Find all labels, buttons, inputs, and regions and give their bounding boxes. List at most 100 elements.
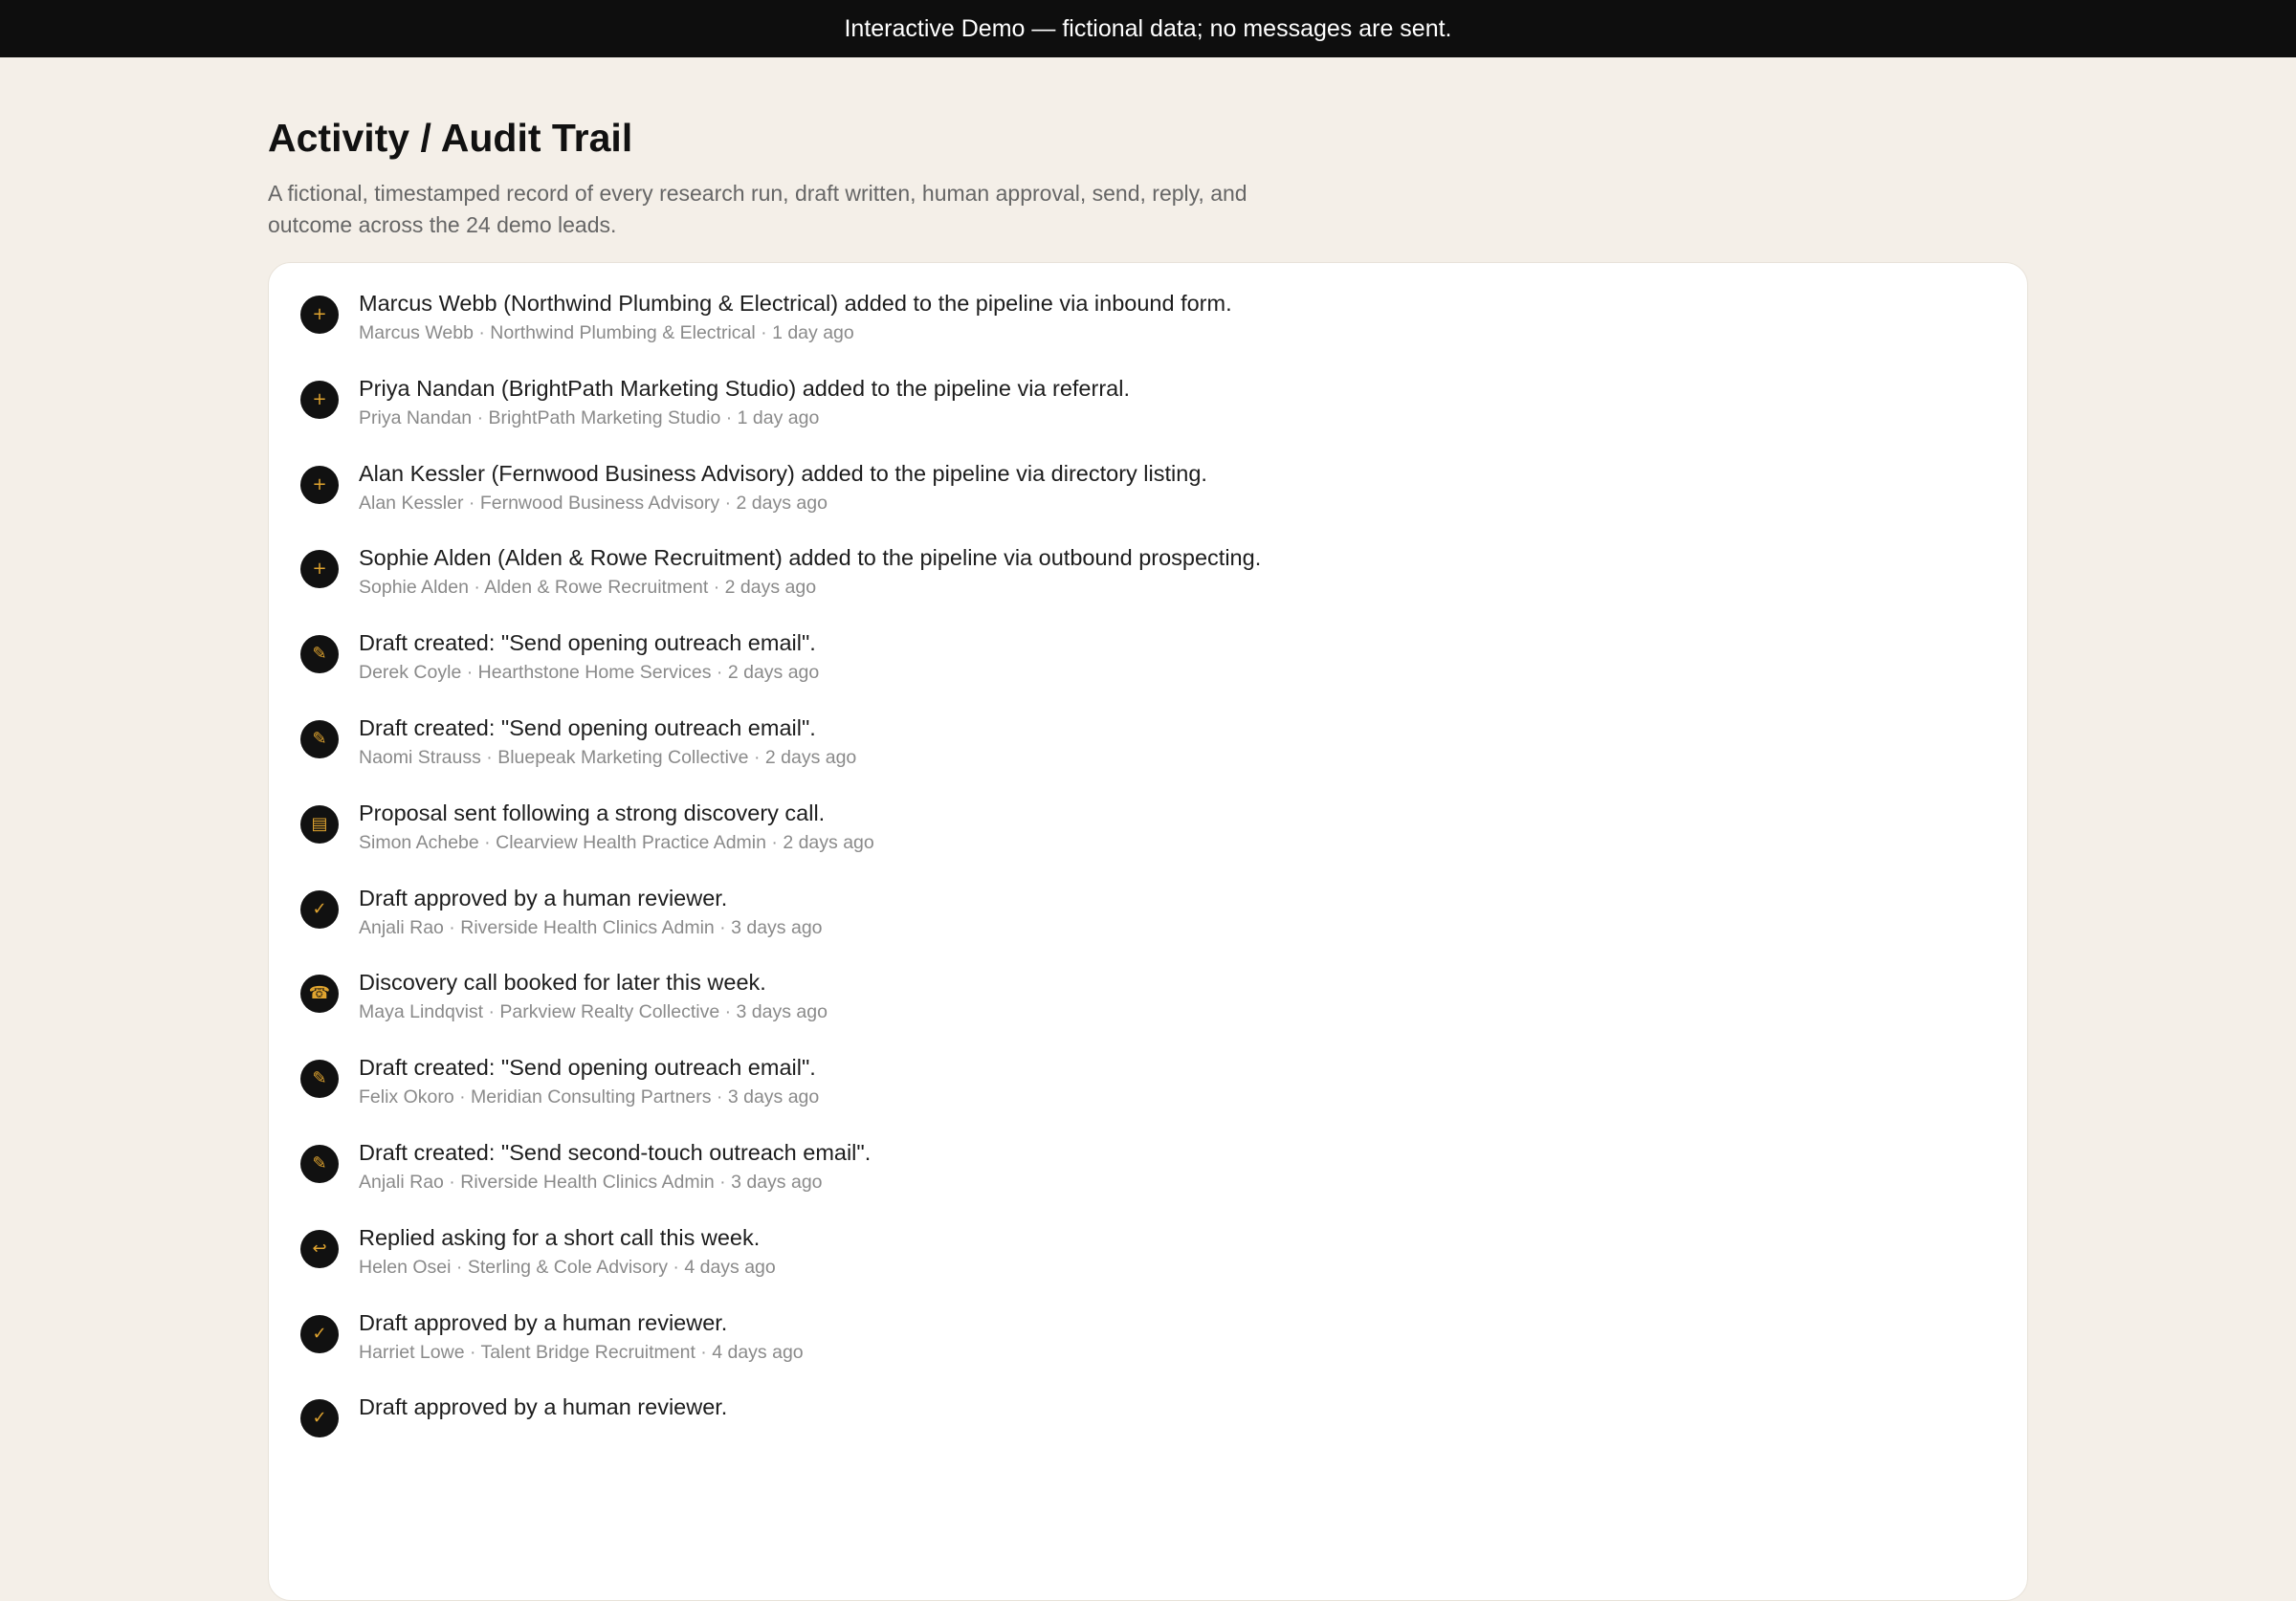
activity-text: Draft approved by a human reviewer. Anja… (359, 883, 2008, 940)
activity-meta: Helen Osei · Sterling & Cole Advisory · … (359, 1256, 776, 1278)
activity-row: ▤ Proposal sent following a strong disco… (269, 794, 2027, 879)
activity-title: Marcus Webb (Northwind Plumbing & Electr… (359, 291, 1232, 316)
activity-row: + Marcus Webb (Northwind Plumbing & Elec… (269, 284, 2027, 369)
activity-person: Maya Lindqvist (359, 1001, 484, 1023)
activity-row: ✓ Draft approved by a human reviewer. An… (269, 879, 2027, 964)
activity-meta: Derek Coyle · Hearthstone Home Services … (359, 662, 820, 684)
activity-meta: Maya Lindqvist · Parkview Realty Collect… (359, 1001, 828, 1023)
activity-text: Draft created: "Send opening outreach em… (359, 1052, 2008, 1109)
activity-company: Sterling & Cole Advisory (467, 1256, 668, 1278)
plus-icon: + (300, 296, 339, 334)
activity-company: Northwind Plumbing & Electrical (490, 322, 756, 343)
activity-time: 3 days ago (731, 1171, 823, 1193)
activity-company: Clearview Health Practice Admin (496, 831, 766, 853)
demo-banner: Interactive Demo — fictional data; no me… (0, 0, 2296, 57)
activity-text: Discovery call booked for later this wee… (359, 967, 2008, 1024)
activity-person: Anjali Rao (359, 1171, 444, 1193)
activity-title: Draft created: "Send second-touch outrea… (359, 1139, 872, 1165)
activity-feed: + Marcus Webb (Northwind Plumbing & Elec… (268, 262, 2028, 1601)
activity-title: Proposal sent following a strong discove… (359, 800, 826, 825)
activity-person: Naomi Strauss (359, 746, 481, 768)
activity-title: Draft approved by a human reviewer. (359, 885, 728, 910)
activity-title: Draft created: "Send opening outreach em… (359, 714, 816, 740)
activity-row: ✓ Draft approved by a human reviewer. (269, 1388, 2027, 1473)
activity-meta: Priya Nandan · BrightPath Marketing Stud… (359, 406, 820, 428)
pencil-icon: ✎ (300, 635, 339, 674)
activity-time: 3 days ago (727, 1086, 820, 1108)
activity-person: Felix Okoro (359, 1086, 454, 1108)
activity-row: + Priya Nandan (BrightPath Marketing Stu… (269, 369, 2027, 454)
activity-company: Hearthstone Home Services (477, 662, 712, 684)
activity-meta: Marcus Webb · Northwind Plumbing & Elect… (359, 322, 854, 343)
activity-row: + Alan Kessler (Fernwood Business Adviso… (269, 454, 2027, 539)
activity-company: Riverside Health Clinics Admin (460, 1171, 715, 1193)
activity-meta: Anjali Rao · Riverside Health Clinics Ad… (359, 916, 823, 938)
activity-person: Simon Achebe (359, 831, 479, 853)
activity-title: Alan Kessler (Fernwood Business Advisory… (359, 460, 1207, 486)
activity-person: Priya Nandan (359, 406, 473, 428)
activity-text: Proposal sent following a strong discove… (359, 798, 2008, 855)
activity-title: Replied asking for a short call this wee… (359, 1224, 761, 1250)
activity-text: Draft created: "Send opening outreach em… (359, 627, 2008, 685)
activity-time: 3 days ago (736, 1001, 828, 1023)
activity-time: 2 days ago (736, 492, 828, 514)
activity-person: Alan Kessler (359, 492, 464, 514)
activity-time: 1 day ago (772, 322, 854, 343)
reply-icon: ↩ (300, 1229, 339, 1268)
activity-meta: Anjali Rao · Riverside Health Clinics Ad… (359, 1171, 823, 1193)
activity-time: 1 day ago (737, 406, 820, 428)
activity-company: BrightPath Marketing Studio (488, 406, 721, 428)
activity-text: Draft approved by a human reviewer. (359, 1392, 2008, 1424)
activity-person: Sophie Alden (359, 577, 469, 599)
document-icon: ▤ (300, 804, 339, 844)
activity-meta: Simon Achebe · Clearview Health Practice… (359, 831, 874, 853)
activity-time: 3 days ago (731, 916, 823, 938)
activity-text: Marcus Webb (Northwind Plumbing & Electr… (359, 288, 2008, 345)
main-content: Activity / Audit Trail A fictional, time… (268, 57, 2028, 1601)
activity-title: Priya Nandan (BrightPath Marketing Studi… (359, 375, 1130, 401)
activity-text: Draft approved by a human reviewer. Harr… (359, 1307, 2008, 1365)
activity-meta: Naomi Strauss · Bluepeak Marketing Colle… (359, 746, 857, 768)
activity-company: Parkview Realty Collective (499, 1001, 720, 1023)
activity-text: Sophie Alden (Alden & Rowe Recruitment) … (359, 542, 2008, 600)
activity-title: Draft created: "Send opening outreach em… (359, 630, 816, 656)
activity-company: Riverside Health Clinics Admin (460, 916, 715, 938)
activity-row: ✓ Draft approved by a human reviewer. Ha… (269, 1304, 2027, 1389)
pencil-icon: ✎ (300, 1144, 339, 1183)
activity-title: Draft created: "Send opening outreach em… (359, 1055, 816, 1081)
activity-row: ☎ Discovery call booked for later this w… (269, 963, 2027, 1048)
activity-person: Helen Osei (359, 1256, 452, 1278)
check-icon: ✓ (300, 1314, 339, 1353)
activity-row: ✎ Draft created: "Send opening outreach … (269, 709, 2027, 794)
activity-text: Replied asking for a short call this wee… (359, 1222, 2008, 1280)
activity-person: Marcus Webb (359, 322, 474, 343)
activity-time: 4 days ago (712, 1341, 804, 1363)
activity-company: Bluepeak Marketing Collective (497, 746, 749, 768)
phone-icon: ☎ (300, 975, 339, 1014)
plus-icon: + (300, 380, 339, 419)
activity-title: Discovery call booked for later this wee… (359, 970, 766, 996)
plus-icon: + (300, 465, 339, 504)
activity-time: 2 days ago (764, 746, 857, 768)
check-icon: ✓ (300, 1399, 339, 1438)
page-description: A fictional, timestamped record of every… (268, 181, 1247, 237)
activity-text: Alan Kessler (Fernwood Business Advisory… (359, 458, 2008, 515)
activity-time: 2 days ago (727, 662, 820, 684)
activity-company: Alden & Rowe Recruitment (484, 577, 709, 599)
activity-time: 4 days ago (684, 1256, 776, 1278)
activity-meta: Alan Kessler · Fernwood Business Advisor… (359, 492, 828, 514)
activity-row: ✎ Draft created: "Send opening outreach … (269, 1048, 2027, 1133)
activity-title: Draft approved by a human reviewer. (359, 1309, 728, 1335)
pencil-icon: ✎ (300, 1060, 339, 1099)
activity-meta: Felix Okoro · Meridian Consulting Partne… (359, 1086, 820, 1108)
demo-banner-text: Interactive Demo — fictional data; no me… (844, 14, 1452, 42)
activity-row: ↩ Replied asking for a short call this w… (269, 1218, 2027, 1304)
activity-time: 2 days ago (724, 577, 817, 599)
activity-text: Draft created: "Send second-touch outrea… (359, 1137, 2008, 1195)
activity-person: Anjali Rao (359, 916, 444, 938)
plus-icon: + (300, 550, 339, 589)
activity-person: Derek Coyle (359, 662, 462, 684)
activity-meta: Harriet Lowe · Talent Bridge Recruitment… (359, 1341, 804, 1363)
activity-row: + Sophie Alden (Alden & Rowe Recruitment… (269, 538, 2027, 624)
activity-row: ✎ Draft created: "Send second-touch outr… (269, 1133, 2027, 1218)
